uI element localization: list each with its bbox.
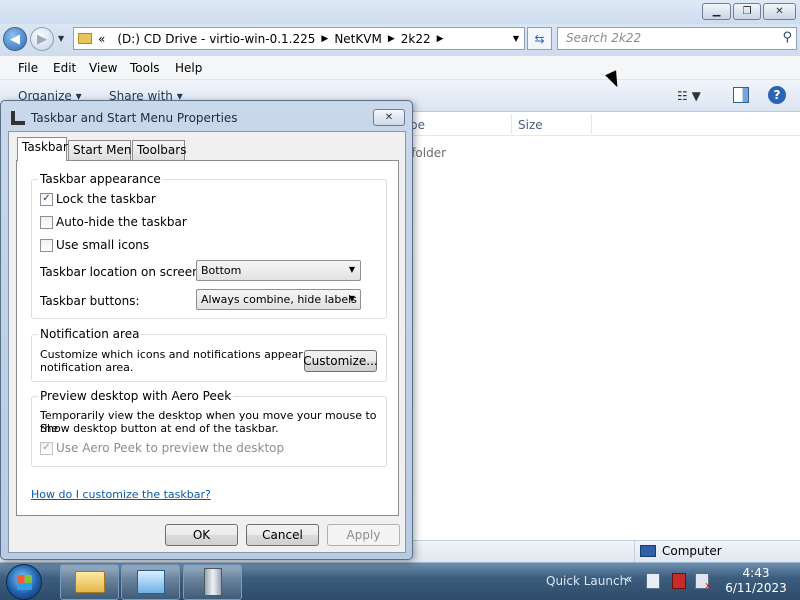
- taskbar: Quick Launch « 4:43 6/11/2023: [0, 562, 800, 600]
- breadcrumb-separator-icon[interactable]: ▶: [321, 34, 328, 44]
- server-icon: [203, 568, 222, 596]
- search-icon[interactable]: ⚲: [782, 30, 792, 45]
- menu-help[interactable]: Help: [175, 61, 202, 75]
- breadcrumb-2k22[interactable]: 2k22: [401, 32, 431, 46]
- folder-icon: [74, 571, 105, 593]
- column-divider[interactable]: [511, 114, 512, 134]
- control-panel-icon: [136, 570, 165, 594]
- taskbar-server-manager-button[interactable]: [183, 564, 242, 600]
- buttons-label: Taskbar buttons:: [40, 294, 140, 308]
- quick-launch-chevron-icon[interactable]: «: [625, 572, 632, 586]
- ok-button[interactable]: OK: [165, 524, 238, 546]
- auto-hide-checkbox[interactable]: [40, 215, 53, 229]
- column-header-size[interactable]: Size: [518, 118, 543, 132]
- group-heading: Notification area: [38, 327, 142, 341]
- small-icons-label[interactable]: Use small icons: [56, 238, 149, 252]
- address-bar[interactable]: « (D:) CD Drive - virtio-win-0.1.225 ▶ N…: [73, 27, 525, 50]
- folder-icon: [78, 33, 92, 44]
- recent-pages-dropdown-icon[interactable]: ▼: [58, 34, 64, 43]
- tray-network-icon[interactable]: [695, 573, 712, 592]
- breadcrumb-separator-icon[interactable]: ▶: [388, 34, 395, 44]
- menu-bar: File Edit View Tools Help: [0, 56, 800, 80]
- taskbar-properties-dialog: Taskbar and Start Menu Properties ✕ Task…: [0, 100, 413, 560]
- maximize-button[interactable]: ❐: [733, 3, 761, 20]
- auto-hide-label[interactable]: Auto-hide the taskbar: [56, 215, 187, 229]
- group-heading: Preview desktop with Aero Peek: [38, 389, 234, 403]
- apply-button[interactable]: Apply: [327, 524, 400, 546]
- lock-taskbar-label[interactable]: Lock the taskbar: [56, 192, 156, 206]
- aero-peek-group: Preview desktop with Aero Peek Temporari…: [31, 389, 387, 467]
- buttons-select-value: Always combine, hide labels: [201, 293, 357, 306]
- buttons-select[interactable]: Always combine, hide labels ▼: [196, 289, 361, 310]
- back-button[interactable]: ◀: [3, 27, 27, 51]
- chevron-down-icon: ▼: [348, 294, 355, 303]
- taskbar-icon: [11, 111, 25, 125]
- minimize-button[interactable]: ▁: [702, 3, 731, 20]
- tray-document-icon[interactable]: [646, 573, 660, 589]
- status-location: Computer: [640, 544, 722, 558]
- aero-peek-label[interactable]: Use Aero Peek to preview the desktop: [56, 441, 284, 455]
- forward-button[interactable]: ▶: [30, 27, 54, 51]
- taskbar-control-panel-button[interactable]: [121, 564, 180, 600]
- tab-start-menu[interactable]: Start Menu: [68, 140, 139, 160]
- clock[interactable]: 4:43 6/11/2023: [716, 566, 796, 596]
- tray-action-center-icon[interactable]: [672, 573, 686, 589]
- address-dropdown-icon[interactable]: ▼: [513, 34, 519, 43]
- close-button[interactable]: ✕: [763, 3, 796, 20]
- notification-description-line1: Customize which icons and notifications …: [40, 348, 338, 361]
- explorer-title-bar: ▁ ❐ ✕: [0, 0, 800, 24]
- dialog-title: Taskbar and Start Menu Properties: [31, 111, 238, 125]
- dialog-client-area: Taskbar Start Menu Toolbars Taskbar appe…: [8, 131, 406, 553]
- view-options-icon[interactable]: ☷ ▼: [677, 89, 701, 103]
- location-select[interactable]: Bottom ▼: [196, 260, 361, 281]
- group-heading: Taskbar appearance: [38, 172, 163, 186]
- taskbar-appearance-group: Taskbar appearance ✓ Lock the taskbar Au…: [31, 172, 387, 319]
- small-icons-checkbox[interactable]: [40, 238, 53, 252]
- preview-pane-icon[interactable]: [733, 87, 749, 103]
- location-select-value: Bottom: [201, 264, 242, 277]
- notification-area-group: Notification area Customize which icons …: [31, 327, 387, 382]
- notification-description-line2: notification area.: [40, 361, 134, 374]
- menu-tools[interactable]: Tools: [130, 61, 160, 75]
- clock-time: 4:43: [742, 566, 770, 580]
- breadcrumb-drive[interactable]: (D:) CD Drive - virtio-win-0.1.225: [117, 32, 315, 46]
- computer-icon: [640, 545, 656, 557]
- aero-peek-option[interactable]: ✓ Use Aero Peek to preview the desktop: [40, 441, 284, 455]
- status-location-label: Computer: [662, 544, 722, 558]
- column-divider[interactable]: [591, 114, 592, 134]
- cancel-button[interactable]: Cancel: [246, 524, 319, 546]
- aero-peek-checkbox[interactable]: ✓: [40, 441, 53, 455]
- tab-panel: Taskbar appearance ✓ Lock the taskbar Au…: [16, 160, 399, 516]
- start-button[interactable]: [6, 564, 42, 600]
- taskbar-explorer-button[interactable]: [60, 564, 119, 600]
- help-link[interactable]: How do I customize the taskbar?: [31, 488, 211, 501]
- menu-view[interactable]: View: [89, 61, 117, 75]
- search-input[interactable]: Search 2k22 ⚲: [557, 27, 797, 50]
- breadcrumb-netkvm[interactable]: NetKVM: [334, 32, 382, 46]
- menu-file[interactable]: File: [18, 61, 38, 75]
- location-label: Taskbar location on screen:: [40, 265, 204, 279]
- lock-taskbar-option[interactable]: ✓ Lock the taskbar: [40, 192, 156, 206]
- status-divider: [634, 541, 635, 563]
- chevron-down-icon: ▼: [348, 265, 355, 274]
- breadcrumb-overflow[interactable]: «: [98, 32, 105, 46]
- help-icon[interactable]: ?: [768, 86, 786, 104]
- lock-taskbar-checkbox[interactable]: ✓: [40, 192, 53, 206]
- auto-hide-option[interactable]: Auto-hide the taskbar: [40, 215, 187, 229]
- dialog-close-button[interactable]: ✕: [373, 109, 405, 126]
- tab-taskbar[interactable]: Taskbar: [17, 137, 68, 161]
- close-icon: ✕: [384, 112, 394, 123]
- search-placeholder: Search 2k22: [566, 31, 642, 45]
- tab-toolbars[interactable]: Toolbars: [132, 140, 186, 160]
- menu-edit[interactable]: Edit: [53, 61, 76, 75]
- breadcrumb-separator-icon[interactable]: ▶: [437, 34, 444, 44]
- clock-date: 6/11/2023: [725, 581, 787, 595]
- small-icons-option[interactable]: Use small icons: [40, 238, 149, 252]
- address-row: ◀ ▶ ▼ « (D:) CD Drive - virtio-win-0.1.2…: [0, 24, 800, 56]
- peek-description-line2: Show desktop button at end of the taskba…: [40, 422, 279, 435]
- customize-button[interactable]: Customize...: [303, 350, 378, 372]
- refresh-button[interactable]: ⇆: [527, 27, 552, 50]
- quick-launch-toolbar[interactable]: Quick Launch: [546, 574, 627, 588]
